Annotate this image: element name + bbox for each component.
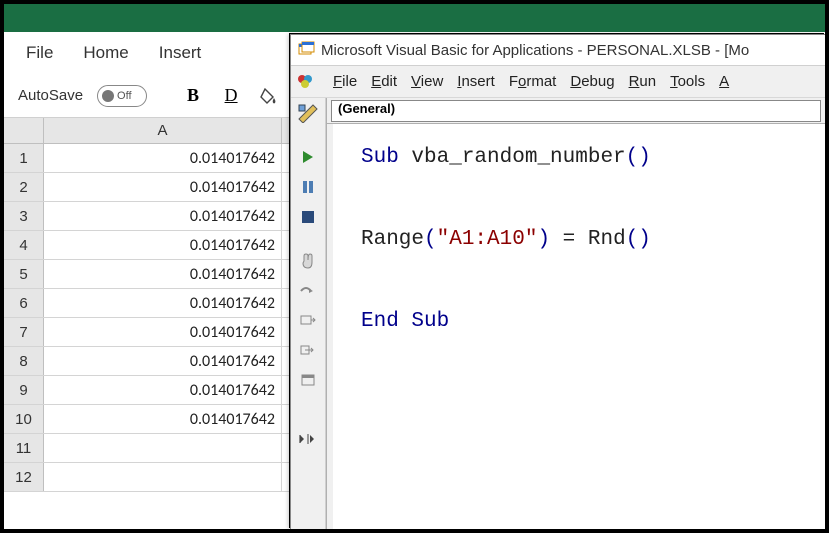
cell[interactable]: 0.014017642: [44, 347, 282, 375]
cell[interactable]: 0.014017642: [44, 405, 282, 433]
vbe-title-text: Microsoft Visual Basic for Applications …: [321, 42, 749, 59]
cell[interactable]: 0.014017642: [44, 231, 282, 259]
paint-bucket-icon: [259, 86, 279, 106]
cell[interactable]: [44, 463, 282, 491]
reset-icon[interactable]: [296, 206, 320, 228]
row-header[interactable]: 1: [4, 144, 44, 172]
cell[interactable]: [44, 434, 282, 462]
code-range-arg: "A1:A10": [437, 228, 538, 251]
bookmark-icon[interactable]: [296, 370, 320, 392]
design-mode-icon[interactable]: [296, 102, 320, 124]
row-header[interactable]: 9: [4, 376, 44, 404]
autosave-state: Off: [117, 90, 131, 102]
menu-debug[interactable]: Debug: [570, 73, 614, 90]
vbe-titlebar: Microsoft Visual Basic for Applications …: [291, 35, 825, 66]
bold-button[interactable]: B: [179, 82, 207, 110]
step-over-icon[interactable]: [296, 310, 320, 332]
cell[interactable]: 0.014017642: [44, 376, 282, 404]
autosave-toggle[interactable]: Off: [97, 85, 147, 107]
row-header[interactable]: 4: [4, 231, 44, 259]
toolbar-chevrons-icon[interactable]: [296, 428, 320, 450]
menu-a[interactable]: A: [719, 73, 729, 90]
autosave-label: AutoSave: [18, 87, 83, 104]
code-editor[interactable]: Sub vba_random_number() Range("A1:A10") …: [327, 124, 825, 529]
menu-format[interactable]: Format: [509, 73, 557, 90]
code-sub-name: vba_random_number: [411, 146, 625, 169]
code-paren: (): [626, 146, 651, 169]
code-rnd-fn: Rnd: [588, 228, 626, 251]
row-header[interactable]: 10: [4, 405, 44, 433]
menu-run[interactable]: Run: [629, 73, 657, 90]
cell[interactable]: 0.014017642: [44, 289, 282, 317]
row-header[interactable]: 8: [4, 347, 44, 375]
menu-tools[interactable]: Tools: [670, 73, 705, 90]
excel-titlebar: [4, 4, 825, 32]
vbe-code-pane: (General) Sub vba_random_number() Range(…: [326, 98, 825, 529]
object-dropdown[interactable]: (General): [331, 100, 821, 122]
step-icon[interactable]: [296, 280, 320, 302]
code-eq: =: [550, 228, 588, 251]
toggle-dot-icon: [102, 90, 114, 102]
code-keyword-sub: Sub: [361, 146, 399, 169]
fill-color-button[interactable]: [255, 82, 283, 110]
select-all-corner[interactable]: [4, 118, 44, 143]
row-header[interactable]: 12: [4, 463, 44, 491]
run-icon[interactable]: [296, 146, 320, 168]
vbe-window: Microsoft Visual Basic for Applications …: [290, 34, 825, 529]
code-range-fn: Range: [361, 228, 424, 251]
menu-file[interactable]: File: [333, 73, 357, 90]
cell[interactable]: 0.014017642: [44, 202, 282, 230]
vbe-app-icon: [297, 41, 315, 59]
vbe-system-menu-icon[interactable]: [295, 71, 319, 93]
row-header[interactable]: 6: [4, 289, 44, 317]
tab-insert[interactable]: Insert: [159, 43, 202, 63]
row-header[interactable]: 11: [4, 434, 44, 462]
menu-edit[interactable]: Edit: [371, 73, 397, 90]
menu-view[interactable]: View: [411, 73, 443, 90]
cell[interactable]: 0.014017642: [44, 144, 282, 172]
vbe-menubar: File Edit View Insert Format Debug Run T…: [291, 66, 825, 98]
vbe-debug-toolbar: [291, 98, 326, 529]
cell[interactable]: 0.014017642: [44, 318, 282, 346]
row-header[interactable]: 2: [4, 173, 44, 201]
cell[interactable]: 0.014017642: [44, 173, 282, 201]
column-header-a[interactable]: A: [44, 118, 282, 143]
menu-insert[interactable]: Insert: [457, 73, 495, 90]
hand-icon[interactable]: [296, 250, 320, 272]
row-header[interactable]: 7: [4, 318, 44, 346]
underline-button[interactable]: D: [217, 82, 245, 110]
tab-home[interactable]: Home: [83, 43, 128, 63]
code-end-sub: End Sub: [361, 310, 449, 333]
cell[interactable]: 0.014017642: [44, 260, 282, 288]
step-out-icon[interactable]: [296, 340, 320, 362]
break-icon[interactable]: [296, 176, 320, 198]
tab-file[interactable]: File: [26, 43, 53, 63]
row-header[interactable]: 5: [4, 260, 44, 288]
row-header[interactable]: 3: [4, 202, 44, 230]
